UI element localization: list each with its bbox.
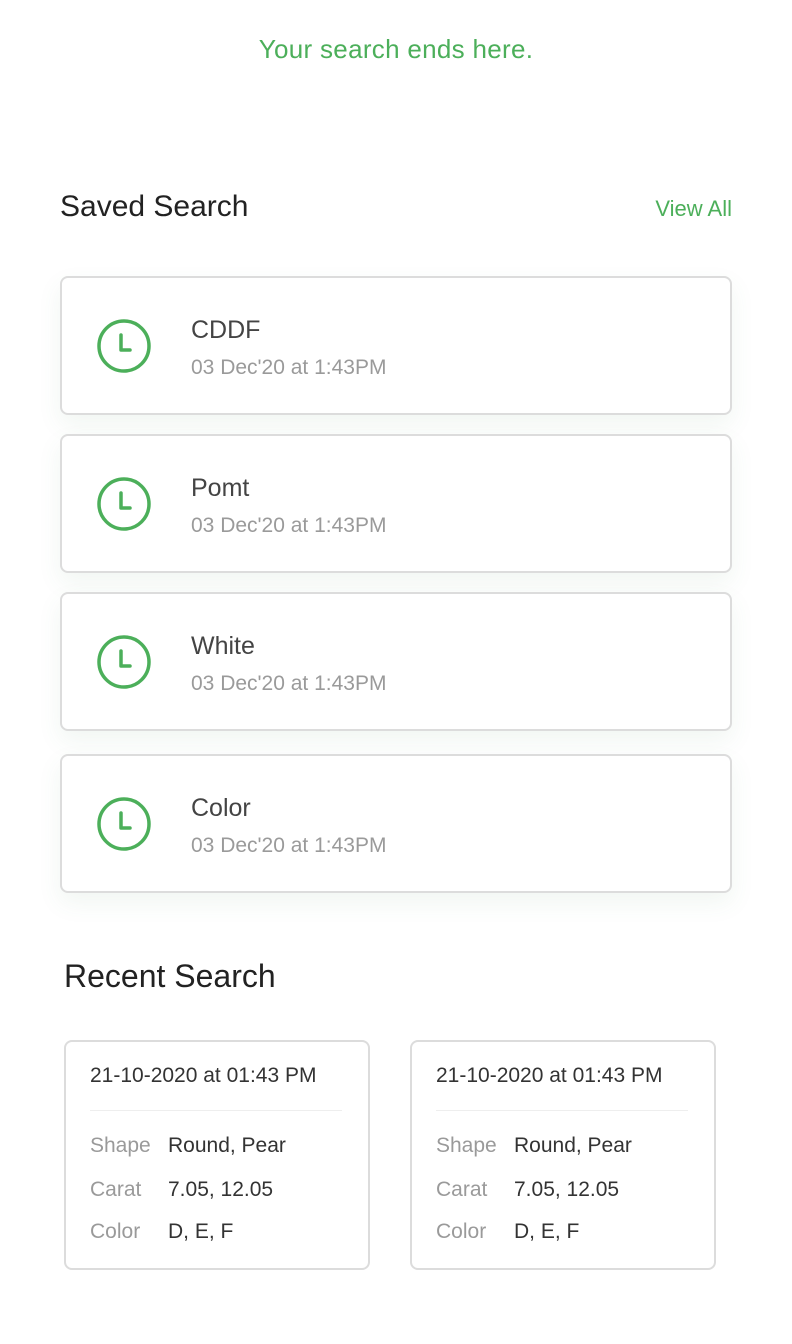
carat-label: Carat bbox=[436, 1178, 488, 1201]
clock-icon bbox=[97, 635, 151, 689]
shape-label: Shape bbox=[436, 1134, 497, 1157]
saved-search-title: Saved Search bbox=[60, 190, 249, 223]
shape-value: Round, Pear bbox=[168, 1134, 286, 1157]
recent-search-date: 21-10-2020 at 01:43 PM bbox=[90, 1064, 317, 1087]
color-label: Color bbox=[90, 1220, 141, 1243]
recent-search-card[interactable]: 21-10-2020 at 01:43 PM Shape Round, Pear… bbox=[64, 1040, 370, 1270]
saved-search-date: 03 Dec'20 at 1:43PM bbox=[191, 514, 387, 537]
color-value: D, E, F bbox=[168, 1220, 234, 1243]
shape-value: Round, Pear bbox=[514, 1134, 632, 1157]
view-all-link[interactable]: View All bbox=[655, 196, 732, 222]
carat-row: Carat 7.05, 12.05 bbox=[436, 1178, 619, 1202]
divider bbox=[436, 1110, 688, 1111]
color-label: Color bbox=[436, 1220, 487, 1243]
saved-search-date: 03 Dec'20 at 1:43PM bbox=[191, 672, 387, 695]
saved-search-item[interactable]: CDDF 03 Dec'20 at 1:43PM bbox=[60, 276, 732, 415]
carat-value: 7.05, 12.05 bbox=[168, 1178, 274, 1201]
color-row: Color D, E, F bbox=[90, 1220, 233, 1244]
shape-row: Shape Round, Pear bbox=[436, 1134, 632, 1158]
saved-search-item[interactable]: White 03 Dec'20 at 1:43PM bbox=[60, 592, 732, 731]
divider bbox=[90, 1110, 342, 1111]
saved-search-name: Pomt bbox=[191, 474, 250, 502]
recent-search-card[interactable]: 21-10-2020 at 01:43 PM Shape Round, Pear… bbox=[410, 1040, 716, 1270]
saved-search-header: Saved Search View All bbox=[60, 190, 732, 224]
clock-icon bbox=[97, 477, 151, 531]
saved-search-date: 03 Dec'20 at 1:43PM bbox=[191, 834, 387, 857]
clock-icon bbox=[97, 797, 151, 851]
tagline: Your search ends here. bbox=[258, 34, 534, 64]
color-row: Color D, E, F bbox=[436, 1220, 579, 1244]
carat-row: Carat 7.05, 12.05 bbox=[90, 1178, 273, 1202]
saved-search-item[interactable]: Pomt 03 Dec'20 at 1:43PM bbox=[60, 434, 732, 573]
carat-value: 7.05, 12.05 bbox=[514, 1178, 620, 1201]
recent-search-title: Recent Search bbox=[64, 958, 276, 994]
recent-search-date: 21-10-2020 at 01:43 PM bbox=[436, 1064, 663, 1087]
color-value: D, E, F bbox=[514, 1220, 580, 1243]
page: Your search ends here. Saved Search View… bbox=[0, 0, 792, 1344]
saved-search-name: White bbox=[191, 632, 255, 660]
saved-search-name: Color bbox=[191, 794, 251, 822]
shape-row: Shape Round, Pear bbox=[90, 1134, 286, 1158]
clock-icon bbox=[97, 319, 151, 373]
saved-search-name: CDDF bbox=[191, 316, 261, 344]
carat-label: Carat bbox=[90, 1178, 142, 1201]
shape-label: Shape bbox=[90, 1134, 151, 1157]
saved-search-item[interactable]: Color 03 Dec'20 at 1:43PM bbox=[60, 754, 732, 893]
saved-search-date: 03 Dec'20 at 1:43PM bbox=[191, 356, 387, 379]
